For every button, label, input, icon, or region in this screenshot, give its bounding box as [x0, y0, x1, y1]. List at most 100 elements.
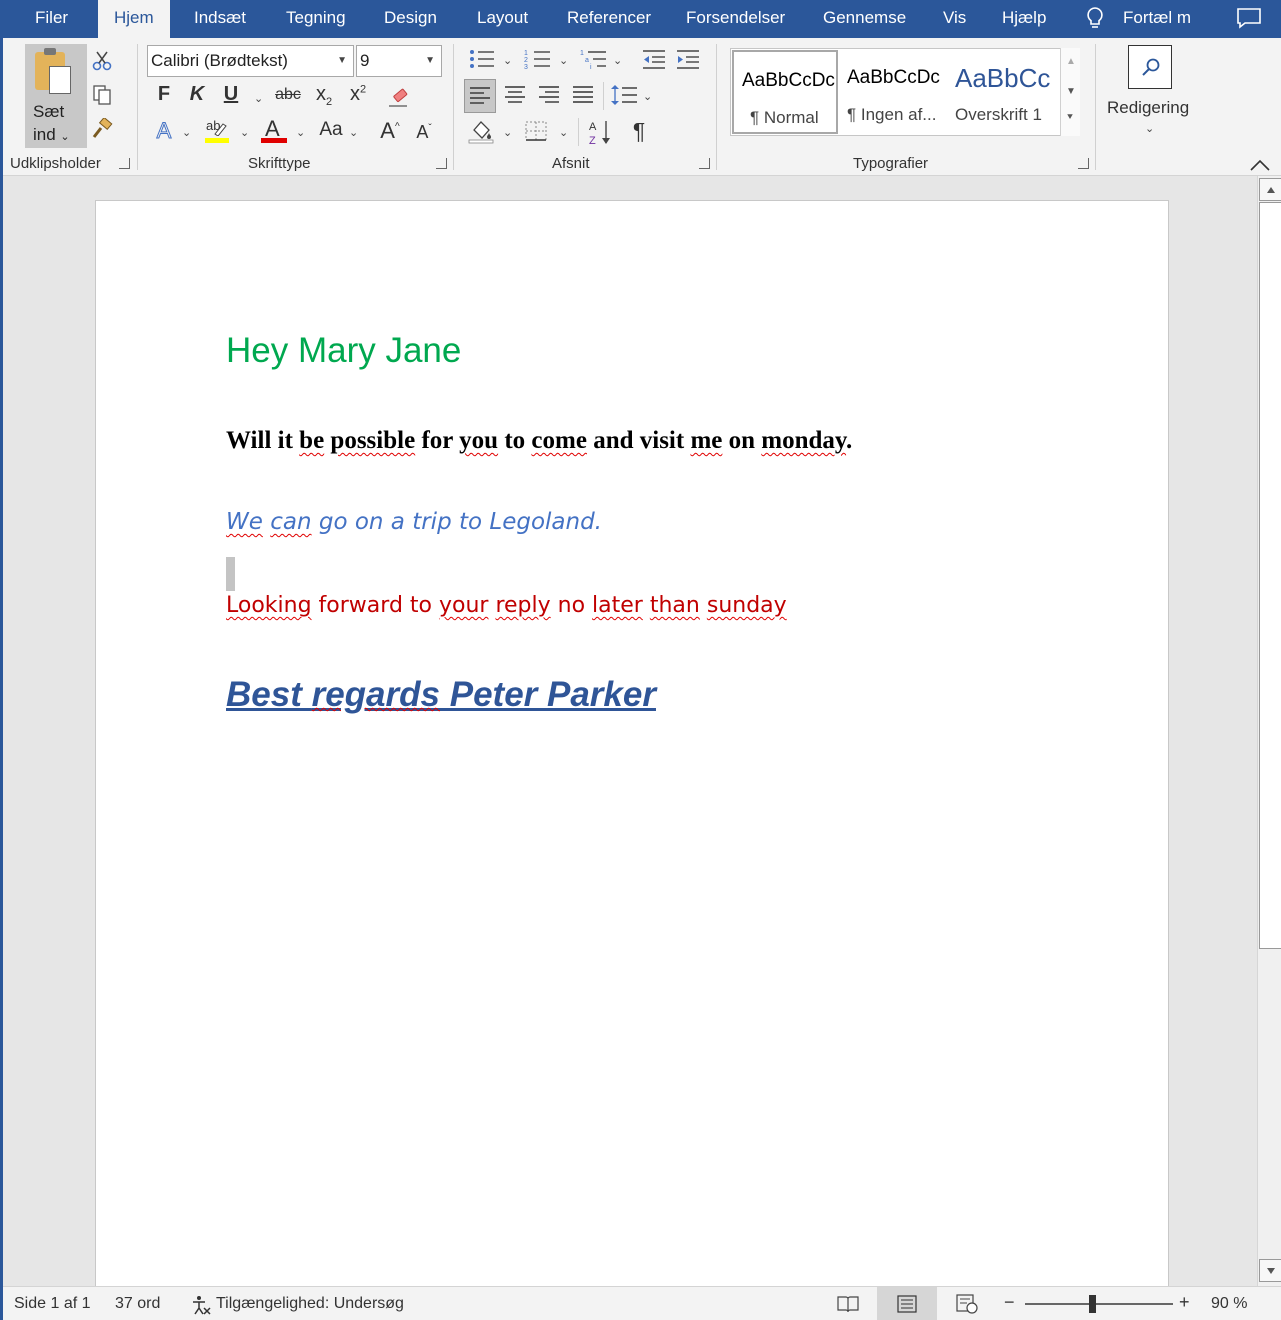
clear-formatting-icon[interactable]: [387, 86, 411, 108]
tab-hjem[interactable]: Hjem: [98, 0, 170, 40]
clipboard-dialog-launcher[interactable]: [119, 158, 130, 169]
font-color-button[interactable]: A: [261, 116, 287, 144]
zoom-in-button[interactable]: +: [1179, 1292, 1190, 1313]
shading-icon[interactable]: [468, 118, 494, 144]
font-dialog-launcher[interactable]: [436, 158, 447, 169]
sort-icon[interactable]: AZ: [589, 118, 613, 146]
status-bar: Side 1 af 1 37 ord Tilgængelighed: Under…: [3, 1286, 1281, 1320]
vertical-scrollbar[interactable]: [1257, 176, 1281, 1286]
page-count[interactable]: Side 1 af 1: [14, 1295, 91, 1313]
tab-gennemse[interactable]: Gennemse: [819, 0, 910, 38]
question-paragraph[interactable]: Will it be possible for you to come and …: [226, 427, 852, 455]
chevron-down-icon[interactable]: ⌄: [182, 126, 191, 139]
web-layout-button[interactable]: [937, 1287, 997, 1320]
reply-paragraph[interactable]: Looking forward to your reply no later t…: [226, 593, 787, 618]
align-left-button[interactable]: [464, 79, 496, 113]
signature-paragraph[interactable]: Best regards Peter Parker: [226, 675, 656, 715]
paste-button[interactable]: Sæt ind ⌄: [25, 44, 87, 148]
align-right-icon[interactable]: [538, 85, 560, 105]
zoom-slider-handle[interactable]: [1089, 1295, 1096, 1313]
chevron-down-icon[interactable]: ⌄: [503, 126, 512, 139]
bold-button[interactable]: F: [154, 83, 174, 106]
trip-paragraph[interactable]: We can go on a trip to Legoland.: [226, 509, 602, 535]
read-mode-button[interactable]: [818, 1287, 878, 1320]
highlight-color-button[interactable]: ab: [205, 118, 231, 144]
multilevel-list-icon[interactable]: 1ai: [580, 48, 608, 70]
show-formatting-marks-button[interactable]: ¶: [627, 118, 651, 145]
subscript-button[interactable]: x2: [312, 83, 336, 108]
more-styles-icon[interactable]: ⯆: [1066, 112, 1074, 123]
tab-filer[interactable]: Filer: [31, 0, 72, 38]
zoom-level[interactable]: 90 %: [1211, 1295, 1247, 1313]
numbering-icon[interactable]: 123: [524, 48, 552, 70]
scroll-up-button[interactable]: [1259, 178, 1281, 201]
group-separator: [578, 118, 579, 146]
paragraph-dialog-launcher[interactable]: [699, 158, 710, 169]
greeting-paragraph[interactable]: Hey Mary Jane: [226, 331, 461, 371]
chevron-down-icon[interactable]: ⌄: [559, 126, 568, 139]
scroll-down-button[interactable]: [1259, 1259, 1281, 1282]
tab-design[interactable]: Design: [380, 0, 441, 38]
justify-icon[interactable]: [572, 85, 594, 105]
word-count[interactable]: 37 ord: [115, 1295, 160, 1313]
spelling-flag: possible: [330, 427, 416, 454]
line-spacing-icon[interactable]: [610, 83, 638, 107]
text-run: no: [550, 593, 593, 618]
style-no-spacing[interactable]: AaBbCcDc ¶ Ingen af...: [839, 49, 947, 135]
paste-label-2: ind: [33, 125, 56, 144]
lightbulb-icon[interactable]: [1085, 6, 1105, 30]
tab-indsaet[interactable]: Indsæt: [190, 0, 250, 38]
cut-icon[interactable]: [91, 50, 113, 72]
tell-me-search[interactable]: Fortæl m: [1119, 0, 1195, 38]
bullets-icon[interactable]: [468, 48, 496, 70]
format-painter-icon[interactable]: [91, 118, 113, 140]
comments-icon[interactable]: [1236, 7, 1262, 29]
word-window: Filer Hjem Indsæt Tegning Design Layout …: [0, 0, 1281, 1320]
chevron-down-icon[interactable]: ⌄: [254, 92, 263, 105]
tab-referencer[interactable]: Referencer: [563, 0, 655, 38]
style-normal[interactable]: AaBbCcDc ¶ Normal: [732, 50, 838, 134]
font-name-combobox[interactable]: Calibri (Brødtekst) ▼: [147, 45, 354, 77]
chevron-down-icon[interactable]: ⌄: [1145, 122, 1154, 135]
accessibility-status[interactable]: Tilgængelighed: Undersøg: [216, 1295, 404, 1313]
scroll-down-icon[interactable]: ▼: [1066, 86, 1076, 97]
italic-button[interactable]: K: [187, 83, 207, 106]
scroll-thumb[interactable]: [1259, 202, 1281, 949]
superscript-button[interactable]: x2: [346, 83, 370, 106]
print-layout-button[interactable]: [877, 1287, 937, 1320]
chevron-down-icon[interactable]: ⌄: [503, 54, 512, 67]
style-heading-1[interactable]: AaBbCc Overskrift 1: [947, 49, 1057, 135]
borders-icon[interactable]: [524, 120, 548, 142]
collapse-ribbon-icon[interactable]: [1249, 158, 1271, 172]
styles-dialog-launcher[interactable]: [1078, 158, 1089, 169]
decrease-indent-icon[interactable]: [641, 48, 667, 70]
align-center-icon[interactable]: [504, 85, 526, 105]
zoom-out-button[interactable]: −: [1004, 1292, 1015, 1313]
increase-indent-icon[interactable]: [675, 48, 701, 70]
strikethrough-button[interactable]: abc: [273, 86, 303, 104]
chevron-down-icon[interactable]: ⌄: [643, 90, 652, 103]
underline-button[interactable]: U: [221, 83, 241, 106]
tab-forsendelser[interactable]: Forsendelser: [682, 0, 789, 38]
document-page[interactable]: Hey Mary Jane Will it be possible for yo…: [95, 200, 1169, 1286]
tab-tegning[interactable]: Tegning: [282, 0, 350, 38]
zoom-slider-track[interactable]: [1025, 1303, 1173, 1305]
chevron-down-icon[interactable]: ⌄: [613, 54, 622, 67]
chevron-down-icon[interactable]: ⌄: [240, 126, 249, 139]
grow-font-button[interactable]: A^: [378, 118, 402, 144]
tab-layout[interactable]: Layout: [473, 0, 532, 38]
change-case-button[interactable]: Aa: [316, 119, 346, 141]
accessibility-icon[interactable]: [190, 1294, 212, 1316]
chevron-down-icon[interactable]: ⌄: [559, 54, 568, 67]
chevron-down-icon[interactable]: ⌄: [296, 126, 305, 139]
copy-icon[interactable]: [91, 84, 113, 106]
text-run: [643, 593, 650, 618]
chevron-down-icon[interactable]: ⌄: [349, 126, 358, 139]
editing-button[interactable]: [1128, 45, 1172, 89]
font-size-combobox[interactable]: 9 ▼: [356, 45, 442, 77]
tab-hjaelp[interactable]: Hjælp: [998, 0, 1050, 38]
text-effects-icon[interactable]: A: [153, 118, 175, 144]
tab-vis[interactable]: Vis: [939, 0, 970, 38]
scroll-up-icon[interactable]: ▲: [1066, 56, 1076, 67]
shrink-font-button[interactable]: Aˇ: [412, 122, 436, 143]
